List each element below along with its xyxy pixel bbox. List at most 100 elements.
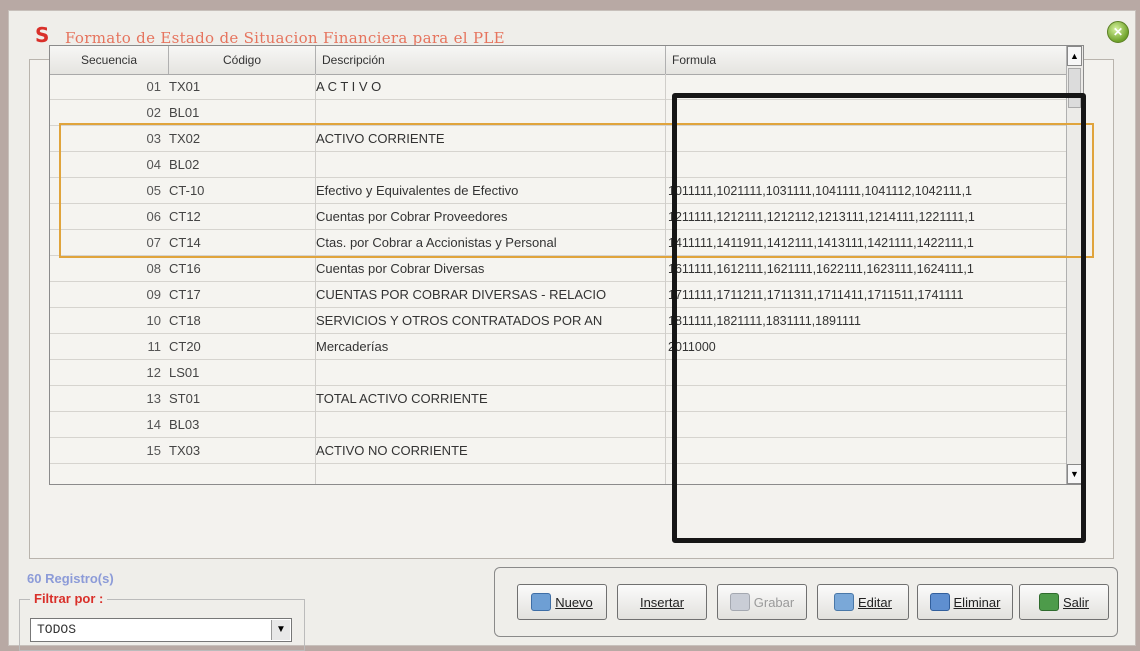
code-cell[interactable]: CT16 [169,256,309,282]
insertar-button[interactable]: Insertar [617,584,707,620]
description-cell[interactable]: SERVICIOS Y OTROS CONTRATADOS POR AN [316,308,666,334]
data-grid[interactable]: Secuencia Código Descripción Formula 01 T… [49,45,1084,485]
sequence-cell[interactable]: 04 [50,152,165,178]
description-cell[interactable]: Ctas. por Cobrar a Accionistas y Persona… [316,230,666,256]
code-cell[interactable]: TX01 [169,74,309,100]
code-cell[interactable]: CT20 [169,334,309,360]
description-cell[interactable]: Cuentas por Cobrar Diversas [316,256,666,282]
table-row[interactable]: 03 TX02 ACTIVO CORRIENTE [50,126,1070,152]
formula-cell[interactable]: 1411111,1411911,1412111,1413111,1421111,… [666,230,1070,256]
formula-cell[interactable] [666,386,1070,412]
app-logo-icon: S [35,23,50,47]
formula-cell[interactable]: 2011000 [666,334,1070,360]
code-cell[interactable]: BL02 [169,152,309,178]
code-cell[interactable]: ST01 [169,386,309,412]
table-row[interactable]: 05 CT-10 Efectivo y Equivalentes de Efecti… [50,178,1070,204]
grabar-button[interactable]: Grabar [717,584,807,620]
formula-cell[interactable] [666,412,1070,438]
code-cell[interactable]: CT-10 [169,178,309,204]
description-cell[interactable]: Mercaderías [316,334,666,360]
salir-button[interactable]: Salir [1019,584,1109,620]
nuevo-label: Nuevo [555,594,593,610]
column-header-descripcion[interactable]: Descripción [316,46,666,74]
column-header-codigo[interactable]: Código [169,46,316,74]
table-row[interactable]: 11 CT20 Mercaderías 2011000 [50,334,1070,360]
table-row[interactable]: 01 TX01 A C T I V O [50,74,1070,100]
sequence-cell[interactable]: 10 [50,308,165,334]
description-cell[interactable] [316,100,666,126]
formula-cell[interactable]: 1211111,1212111,1212112,1213111,1214111,… [666,204,1070,230]
column-header-formula[interactable]: Formula [666,46,1070,74]
sequence-cell[interactable]: 13 [50,386,165,412]
formula-cell[interactable] [666,360,1070,386]
code-cell[interactable]: TX03 [169,438,309,464]
sequence-cell[interactable]: 03 [50,126,165,152]
formula-cell[interactable] [666,74,1070,100]
eliminar-button[interactable]: Eliminar [917,584,1013,620]
table-row[interactable]: 09 CT17 CUENTAS POR COBRAR DIVERSAS - RELA… [50,282,1070,308]
table-row[interactable]: 02 BL01 [50,100,1070,126]
scroll-down-icon[interactable]: ▼ [1067,464,1082,484]
sequence-cell[interactable]: 15 [50,438,165,464]
formula-cell[interactable] [666,438,1070,464]
description-cell[interactable] [316,152,666,178]
editar-button[interactable]: Editar [817,584,909,620]
table-row[interactable]: 15 TX03 ACTIVO NO CORRIENTE [50,438,1070,464]
formula-cell[interactable]: 1611111,1612111,1621111,1622111,1623111,… [666,256,1070,282]
table-row[interactable]: 10 CT18 SERVICIOS Y OTROS CONTRATADOS POR … [50,308,1070,334]
code-cell[interactable]: CT18 [169,308,309,334]
table-row[interactable]: 14 BL03 [50,412,1070,438]
sequence-cell[interactable]: 11 [50,334,165,360]
table-row[interactable]: 07 CT14 Ctas. por Cobrar a Accionistas y P… [50,230,1070,256]
grid-header: Secuencia Código Descripción Formula [50,46,1083,75]
table-row[interactable]: 08 CT16 Cuentas por Cobrar Diversas 1611111… [50,256,1070,282]
scrollbar-thumb[interactable] [1068,68,1081,108]
code-cell[interactable]: LS01 [169,360,309,386]
records-count: 60 Registro(s) [27,571,114,586]
table-row[interactable]: 12 LS01 [50,360,1070,386]
formula-cell[interactable] [666,100,1070,126]
nuevo-button[interactable]: Nuevo [517,584,607,620]
sequence-cell[interactable]: 08 [50,256,165,282]
close-icon[interactable]: ✕ [1107,21,1129,43]
eliminar-label: Eliminar [953,594,1001,610]
formula-cell[interactable]: 1011111,1021111,1031111,1041111,1041112,… [666,178,1070,204]
description-cell[interactable]: A C T I V O [316,74,666,100]
sequence-cell[interactable]: 01 [50,74,165,100]
code-cell[interactable]: CT12 [169,204,309,230]
sequence-cell[interactable]: 14 [50,412,165,438]
formula-cell[interactable]: 1711111,1711211,1711311,1711411,1711511,… [666,282,1070,308]
code-cell[interactable]: TX02 [169,126,309,152]
code-cell[interactable]: CT17 [169,282,309,308]
code-cell[interactable]: BL03 [169,412,309,438]
filter-select[interactable]: TODOS ▼ [30,618,292,642]
code-cell[interactable]: BL01 [169,100,309,126]
description-cell[interactable] [316,360,666,386]
sequence-cell[interactable]: 05 [50,178,165,204]
sequence-cell[interactable]: 12 [50,360,165,386]
scroll-up-icon[interactable]: ▲ [1067,46,1082,66]
column-header-secuencia[interactable]: Secuencia [50,46,169,74]
chevron-down-icon[interactable]: ▼ [271,620,290,640]
description-cell[interactable] [316,412,666,438]
sequence-cell[interactable]: 06 [50,204,165,230]
description-cell[interactable]: TOTAL ACTIVO CORRIENTE [316,386,666,412]
vertical-scrollbar[interactable]: ▲ ▼ [1066,46,1083,484]
sequence-cell[interactable]: 07 [50,230,165,256]
description-cell[interactable]: ACTIVO CORRIENTE [316,126,666,152]
formula-cell[interactable] [666,126,1070,152]
sequence-cell[interactable]: 02 [50,100,165,126]
description-cell[interactable]: ACTIVO NO CORRIENTE [316,438,666,464]
table-row[interactable]: 04 BL02 [50,152,1070,178]
table-row[interactable]: 06 CT12 Cuentas por Cobrar Proveedores 1211… [50,204,1070,230]
formula-cell[interactable] [666,152,1070,178]
description-cell[interactable]: CUENTAS POR COBRAR DIVERSAS - RELACIO [316,282,666,308]
editar-label: Editar [858,594,892,610]
formula-cell[interactable]: 1811111,1821111,1831111,1891111 [666,308,1070,334]
description-cell[interactable]: Cuentas por Cobrar Proveedores [316,204,666,230]
sequence-cell[interactable]: 09 [50,282,165,308]
column-divider [315,74,316,484]
table-row[interactable]: 13 ST01 TOTAL ACTIVO CORRIENTE [50,386,1070,412]
code-cell[interactable]: CT14 [169,230,309,256]
description-cell[interactable]: Efectivo y Equivalentes de Efectivo [316,178,666,204]
